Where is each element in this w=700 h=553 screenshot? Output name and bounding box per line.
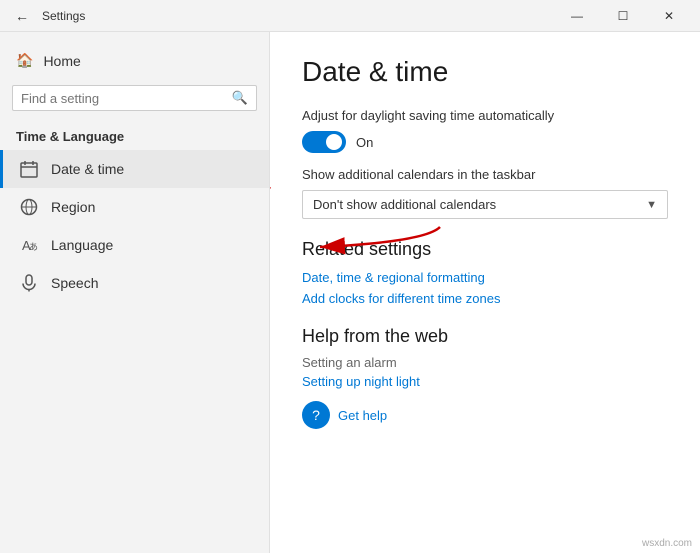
regional-formatting-link[interactable]: Date, time & regional formatting — [302, 270, 668, 285]
calendar-label: Show additional calendars in the taskbar — [302, 167, 668, 182]
dropdown-arrow-icon: ▼ — [646, 199, 657, 211]
sidebar-home[interactable]: 🏠 Home — [0, 44, 269, 77]
sidebar: 🏠 Home 🔍 Time & Language Date & time — [0, 32, 270, 553]
related-settings-title: Related settings — [302, 239, 668, 260]
daylight-label: Adjust for daylight saving time automati… — [302, 108, 668, 123]
home-icon: 🏠 — [16, 52, 33, 69]
minimize-button[interactable]: — — [554, 0, 600, 32]
sidebar-item-date-time[interactable]: Date & time — [0, 150, 269, 188]
search-icon: 🔍 — [232, 90, 248, 106]
titlebar: ← Settings — ☐ ✕ — [0, 0, 700, 32]
search-box[interactable]: 🔍 — [12, 85, 257, 111]
language-icon: A あ — [19, 235, 39, 255]
daylight-toggle[interactable] — [302, 131, 346, 153]
maximize-button[interactable]: ☐ — [600, 0, 646, 32]
search-input[interactable] — [21, 91, 226, 106]
sidebar-item-language[interactable]: A あ Language — [0, 226, 269, 264]
titlebar-title: Settings — [42, 9, 85, 23]
night-light-link[interactable]: Setting up night light — [302, 374, 668, 389]
sidebar-item-region[interactable]: Region — [0, 188, 269, 226]
calendar-dropdown[interactable]: Don't show additional calendars ▼ — [302, 190, 668, 219]
app-body: 🏠 Home 🔍 Time & Language Date & time — [0, 32, 700, 553]
toggle-row: On — [302, 131, 668, 153]
add-clocks-link[interactable]: Add clocks for different time zones — [302, 291, 668, 306]
get-help-link[interactable]: Get help — [338, 408, 387, 423]
main-content: Date & time Adjust for daylight saving t… — [270, 32, 700, 553]
toggle-state-label: On — [356, 135, 373, 150]
speech-icon — [19, 273, 39, 293]
setting-alarm-label: Setting an alarm — [302, 355, 668, 370]
window-controls: — ☐ ✕ — [554, 0, 692, 32]
page-title: Date & time — [302, 56, 668, 88]
sidebar-item-speech[interactable]: Speech — [0, 264, 269, 302]
close-button[interactable]: ✕ — [646, 0, 692, 32]
calendar-dropdown-row: Don't show additional calendars ▼ — [302, 190, 668, 219]
back-button[interactable]: ← — [8, 2, 36, 30]
get-help-row: ? Get help — [302, 401, 668, 429]
help-section: Help from the web Setting an alarm Setti… — [302, 326, 668, 429]
help-section-title: Help from the web — [302, 326, 668, 347]
sidebar-section-label: Time & Language — [0, 119, 269, 150]
watermark: wsxdn.com — [642, 538, 692, 549]
date-time-icon — [19, 159, 39, 179]
svg-text:あ: あ — [29, 242, 38, 252]
region-icon — [19, 197, 39, 217]
get-help-icon: ? — [302, 401, 330, 429]
